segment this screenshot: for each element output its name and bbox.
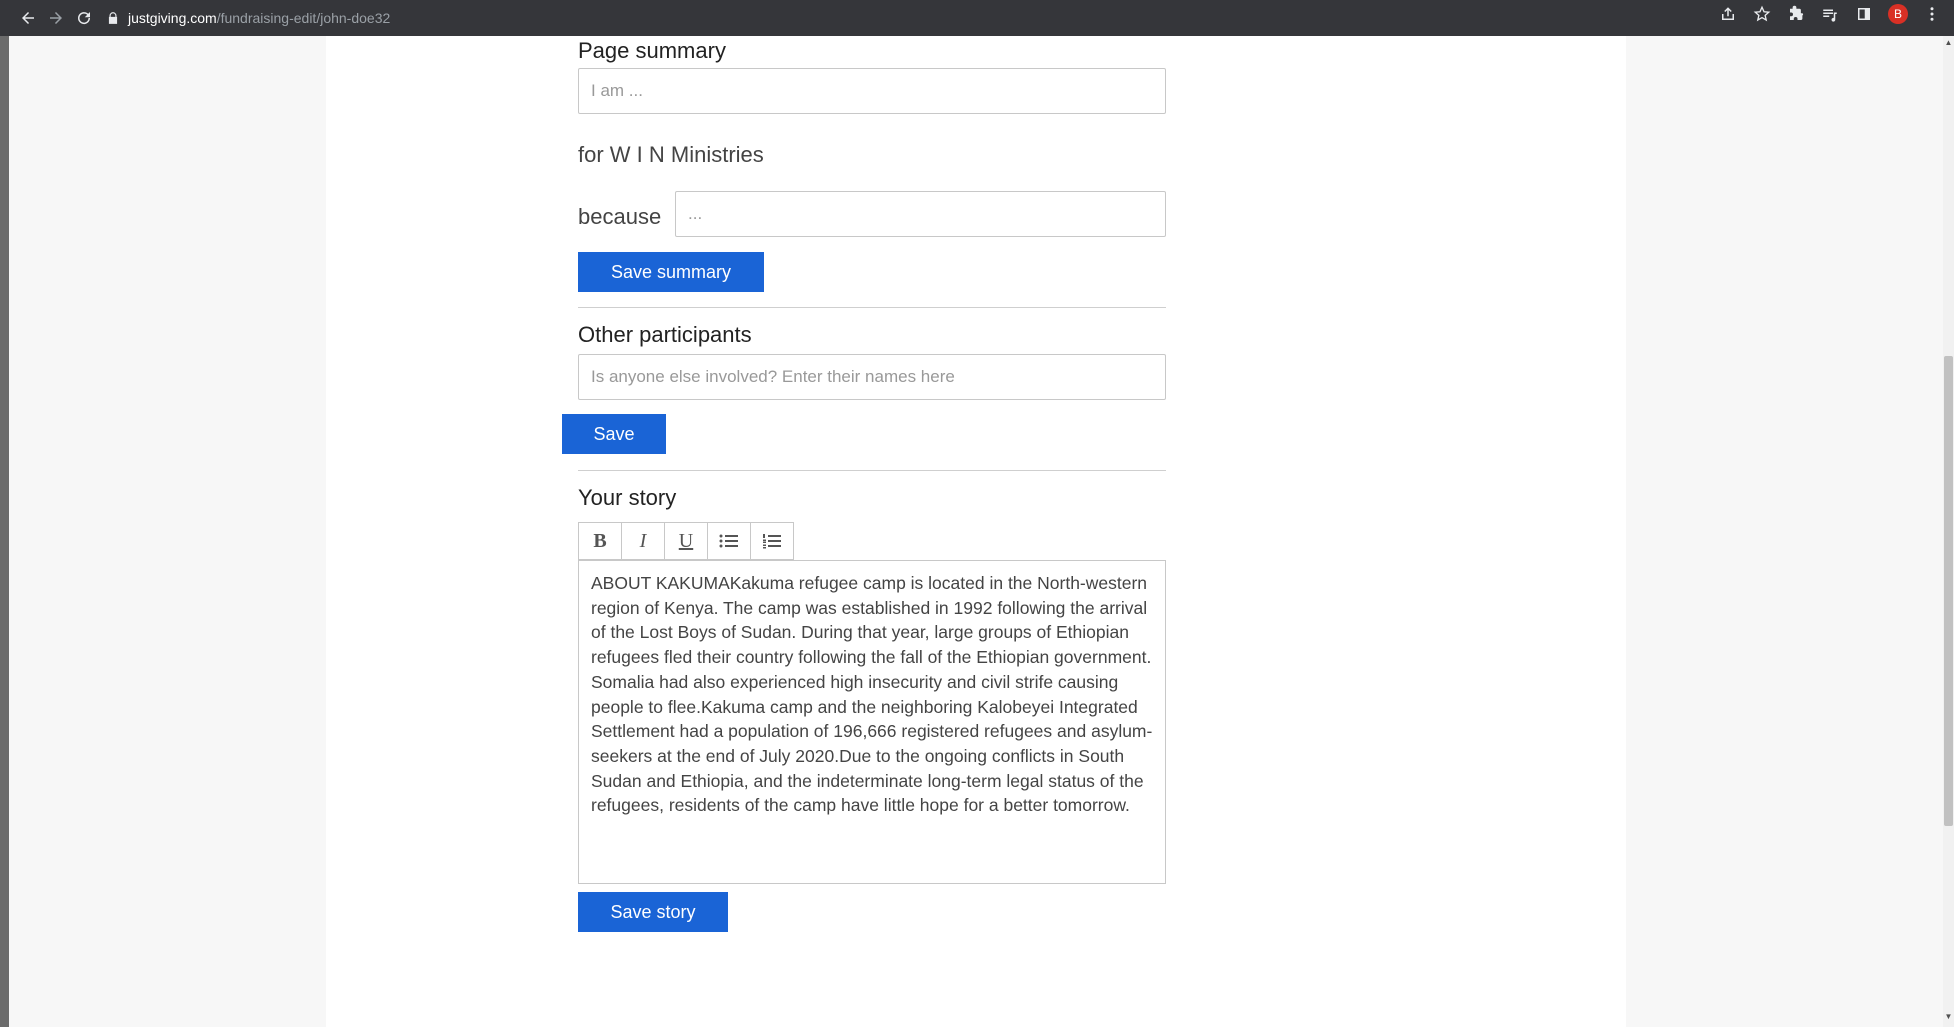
bold-button[interactable]: B [579,523,622,559]
page-summary-input[interactable]: I am ... [578,68,1166,114]
back-icon[interactable] [14,4,42,32]
media-queue-icon[interactable] [1820,4,1840,24]
lock-icon [108,12,118,24]
scroll-down-arrow-icon[interactable]: ▼ [1943,1012,1954,1024]
bullet-list-icon[interactable] [708,523,751,559]
page-summary-placeholder: I am ... [591,81,643,100]
because-label: because [578,204,662,229]
participants-input[interactable]: Is anyone else involved? Enter their nam… [578,354,1166,400]
participants-placeholder: Is anyone else involved? Enter their nam… [591,367,955,386]
side-panel-icon[interactable] [1854,4,1874,24]
section-divider [578,307,1166,308]
address-bar[interactable]: justgiving.com/fundraising-edit/john-doe… [106,4,390,32]
page-scrollbar[interactable] [1943,36,1954,1027]
page-summary-heading: Page summary [578,38,726,63]
story-textarea[interactable]: ABOUT KAKUMAKakuma refugee camp is locat… [578,560,1166,884]
numbered-list-icon[interactable] [751,523,793,559]
profile-avatar[interactable]: B [1888,4,1908,24]
scroll-up-arrow-icon[interactable]: ▲ [1943,38,1954,50]
save-story-button[interactable]: Save story [578,892,728,932]
share-icon[interactable] [1718,4,1738,24]
menu-kebab-icon[interactable] [1922,4,1942,24]
because-input[interactable]: ... [675,191,1166,237]
underline-button[interactable]: U [665,523,708,559]
save-summary-button[interactable]: Save summary [578,252,764,292]
bookmark-star-icon[interactable] [1752,4,1772,24]
because-placeholder: ... [688,204,703,223]
italic-button[interactable]: I [622,523,665,559]
url-path: /fundraising-edit/john-doe32 [216,10,391,26]
window-edge [0,36,9,1027]
reload-icon[interactable] [70,4,98,32]
url-host: justgiving.com [128,10,217,26]
story-editor-toolbar: B I U [578,522,794,560]
browser-toolbar: justgiving.com/fundraising-edit/john-doe… [0,0,1954,36]
charity-text: for W I N Ministries [578,142,764,167]
forward-icon[interactable] [42,4,70,32]
your-story-heading: Your story [578,485,677,510]
scrollbar-thumb[interactable] [1944,356,1953,826]
section-divider [578,470,1166,471]
save-participants-button[interactable]: Save [562,414,666,454]
other-participants-heading: Other participants [578,322,752,347]
extensions-icon[interactable] [1786,4,1806,24]
